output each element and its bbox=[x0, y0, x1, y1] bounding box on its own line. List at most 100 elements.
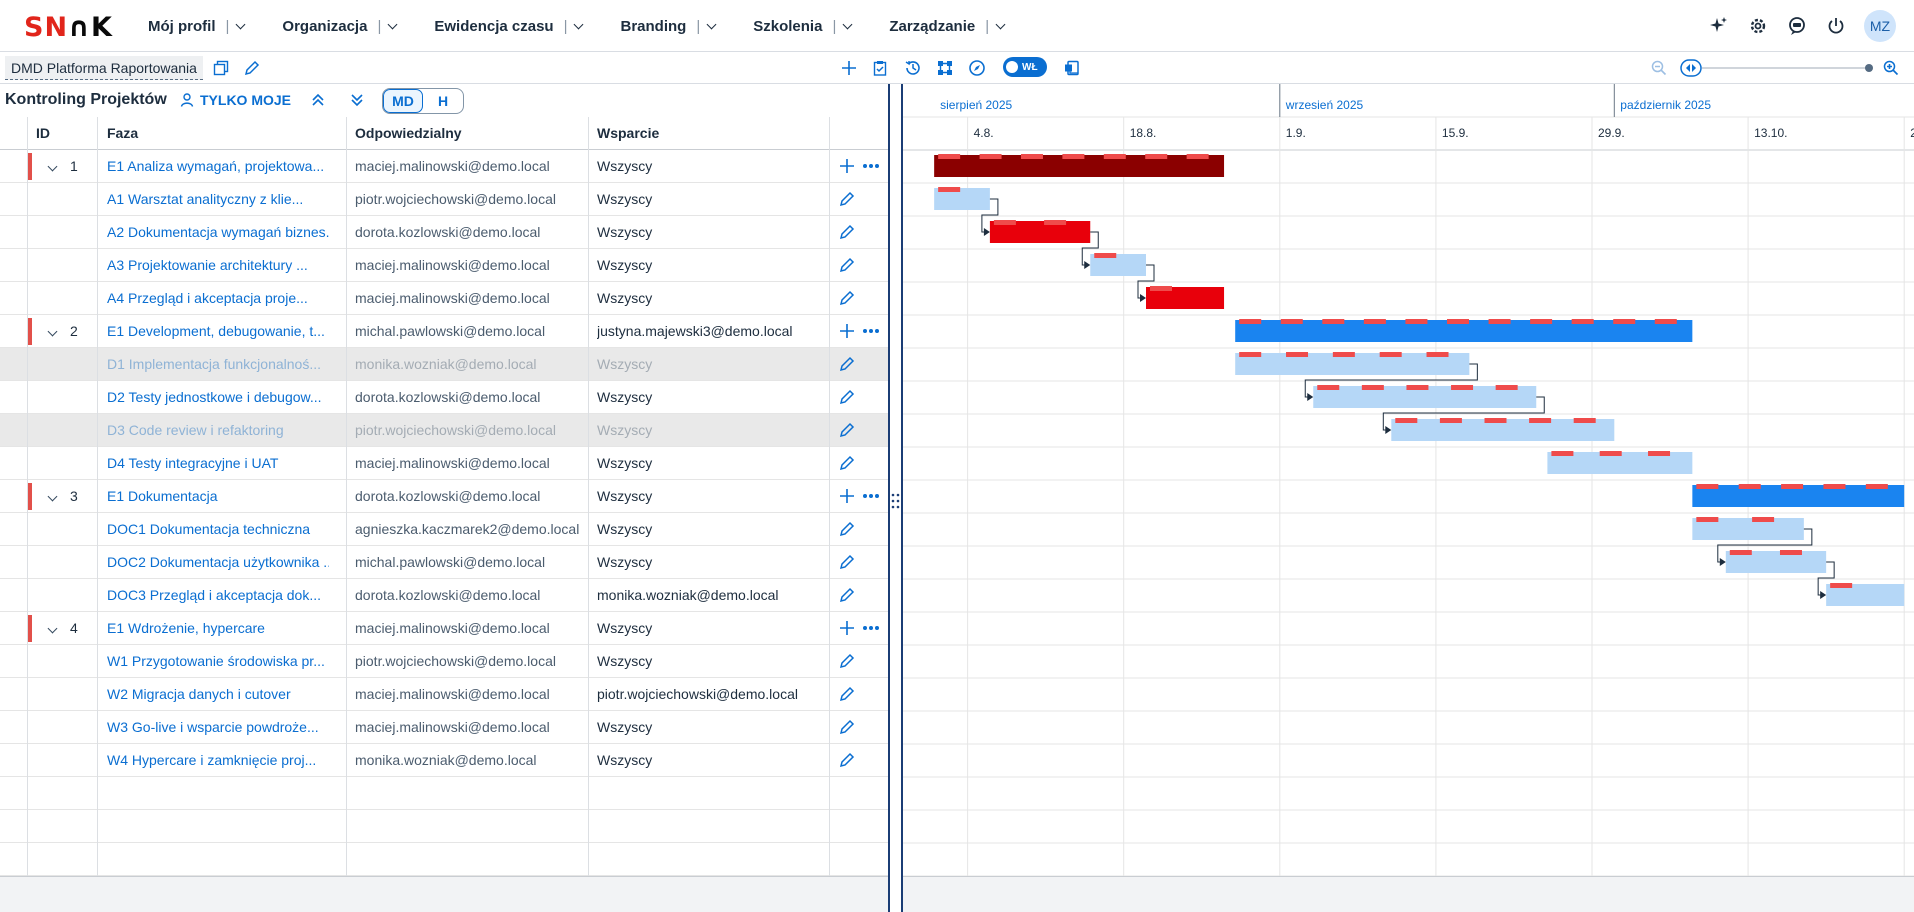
edit-icon[interactable] bbox=[836, 716, 858, 738]
more-icon[interactable] bbox=[860, 617, 882, 639]
faza-link[interactable]: A4 Przegląd i akceptacja proje... bbox=[107, 282, 329, 314]
faza-link[interactable]: D4 Testy integracyjne i UAT bbox=[107, 447, 329, 479]
edit-icon[interactable] bbox=[836, 650, 858, 672]
table-row-task[interactable]: D3 Code review i refaktoring piotr.wojcie… bbox=[0, 414, 888, 447]
faza-link[interactable]: W2 Migracja danych i cutover bbox=[107, 678, 329, 710]
table-row-phase[interactable]: 2 E1 Development, debugowanie, t... michal… bbox=[0, 315, 888, 348]
faza-link[interactable]: E1 Analiza wymagań, projektowa... bbox=[107, 150, 329, 182]
table-row-task[interactable]: W4 Hypercare i zamknięcie proj... monika.… bbox=[0, 744, 888, 777]
menu-szkolenia[interactable]: Szkolenia | bbox=[753, 0, 853, 52]
edit-icon[interactable] bbox=[836, 254, 858, 276]
faza-link[interactable]: D1 Implementacja funkcjonalnoś... bbox=[107, 348, 329, 380]
add-icon[interactable] bbox=[838, 57, 860, 79]
history-icon[interactable] bbox=[902, 57, 924, 79]
zoom-slider-end[interactable] bbox=[1865, 64, 1873, 72]
faza-link[interactable]: D3 Code review i refaktoring bbox=[107, 414, 329, 446]
edit-icon[interactable] bbox=[241, 57, 263, 79]
expand-all-icon[interactable] bbox=[349, 92, 367, 110]
edit-icon[interactable] bbox=[836, 386, 858, 408]
menu-zarzadzanie[interactable]: Zarządzanie | bbox=[889, 0, 1006, 52]
table-row-task[interactable]: A3 Projektowanie architektury ... maciej.… bbox=[0, 249, 888, 282]
chat-icon[interactable] bbox=[1784, 13, 1810, 39]
zoom-slider-handle[interactable] bbox=[1680, 57, 1702, 79]
only-mine-filter[interactable]: TYLKO MOJE bbox=[180, 92, 291, 108]
more-icon[interactable] bbox=[860, 485, 882, 507]
table-row-task[interactable]: W2 Migracja danych i cutover maciej.malin… bbox=[0, 678, 888, 711]
menu-organizacja[interactable]: Organizacja | bbox=[282, 0, 398, 52]
table-row-task[interactable]: D1 Implementacja funkcjonalnoś... monika.… bbox=[0, 348, 888, 381]
edit-icon[interactable] bbox=[836, 353, 858, 375]
chevron-down-icon[interactable] bbox=[47, 623, 58, 634]
edit-icon[interactable] bbox=[836, 683, 858, 705]
chevron-down-icon[interactable] bbox=[47, 491, 58, 502]
faza-link[interactable]: W1 Przygotowanie środowiska pr... bbox=[107, 645, 329, 677]
faza-link[interactable]: A1 Warsztat analityczny z klie... bbox=[107, 183, 329, 215]
collapse-all-icon[interactable] bbox=[310, 92, 328, 110]
add-icon[interactable] bbox=[836, 155, 858, 177]
table-row-task[interactable]: W3 Go-live i wsparcie powdroże... maciej.… bbox=[0, 711, 888, 744]
edit-icon[interactable] bbox=[836, 584, 858, 606]
gantt-scrollbar[interactable] bbox=[903, 876, 1914, 912]
zoom-slider-track[interactable] bbox=[1702, 67, 1870, 69]
edit-icon[interactable] bbox=[836, 419, 858, 441]
zoom-out-icon[interactable] bbox=[1648, 57, 1670, 79]
table-row-phase[interactable]: 1 E1 Analiza wymagań, projektowa... maciej… bbox=[0, 150, 888, 183]
column-header-odpowiedzialny[interactable]: Odpowiedzialny bbox=[355, 117, 585, 149]
export-icon[interactable] bbox=[1061, 57, 1083, 79]
zoom-in-icon[interactable] bbox=[1880, 57, 1902, 79]
menu-moj-profil[interactable]: Mój profil | bbox=[148, 0, 246, 52]
add-icon[interactable] bbox=[836, 320, 858, 342]
menu-ewidencja-czasu[interactable]: Ewidencja czasu | bbox=[434, 0, 584, 52]
more-icon[interactable] bbox=[860, 155, 882, 177]
edit-icon[interactable] bbox=[836, 518, 858, 540]
add-icon[interactable] bbox=[836, 617, 858, 639]
faza-link[interactable]: E1 Dokumentacja bbox=[107, 480, 329, 512]
edit-icon[interactable] bbox=[836, 221, 858, 243]
column-header-id[interactable]: ID bbox=[36, 117, 96, 149]
settings-gear-icon[interactable] bbox=[1745, 13, 1771, 39]
chevron-down-icon[interactable] bbox=[47, 161, 58, 172]
table-row-task[interactable]: D4 Testy integracyjne i UAT maciej.malino… bbox=[0, 447, 888, 480]
table-row-task[interactable]: W1 Przygotowanie środowiska pr... piotr.w… bbox=[0, 645, 888, 678]
table-row-task[interactable]: A1 Warsztat analityczny z klie... piotr.w… bbox=[0, 183, 888, 216]
table-row-task[interactable]: A2 Dokumentacja wymagań biznes... dorota.… bbox=[0, 216, 888, 249]
logo[interactable]: SN∩K bbox=[24, 12, 113, 43]
edit-icon[interactable] bbox=[836, 188, 858, 210]
faza-link[interactable]: A2 Dokumentacja wymagań biznes... bbox=[107, 216, 329, 248]
faza-link[interactable]: D2 Testy jednostkowe i debugow... bbox=[107, 381, 329, 413]
table-row-task[interactable]: DOC2 Dokumentacja użytkownika ... michal.… bbox=[0, 546, 888, 579]
faza-link[interactable]: W3 Go-live i wsparcie powdroże... bbox=[107, 711, 329, 743]
faza-link[interactable]: E1 Development, debugowanie, t... bbox=[107, 315, 329, 347]
faza-link[interactable]: A3 Projektowanie architektury ... bbox=[107, 249, 329, 281]
edit-icon[interactable] bbox=[836, 452, 858, 474]
faza-link[interactable]: DOC3 Przegląd i akceptacja dok... bbox=[107, 579, 329, 611]
column-header-faza[interactable]: Faza bbox=[107, 117, 329, 149]
clipboard-check-icon[interactable] bbox=[869, 57, 891, 79]
project-name[interactable]: DMD Platforma Raportowania bbox=[5, 56, 203, 80]
wl-toggle[interactable]: WŁ bbox=[1003, 57, 1047, 77]
faza-link[interactable]: DOC2 Dokumentacja użytkownika ... bbox=[107, 546, 329, 578]
table-row-task[interactable]: DOC3 Przegląd i akceptacja dok... dorota.… bbox=[0, 579, 888, 612]
unit-h-button[interactable]: H bbox=[423, 89, 463, 113]
table-row-phase[interactable]: 3 E1 Dokumentacja dorota.kozlowski@demo.lo… bbox=[0, 480, 888, 513]
sparkle-icon[interactable] bbox=[1706, 13, 1732, 39]
grid-scrollbar[interactable] bbox=[0, 876, 888, 912]
panel-splitter[interactable] bbox=[888, 84, 903, 912]
more-icon[interactable] bbox=[860, 320, 882, 342]
table-row-task[interactable]: A4 Przegląd i akceptacja proje... maciej.… bbox=[0, 282, 888, 315]
unit-md-button[interactable]: MD bbox=[383, 89, 423, 113]
avatar[interactable]: MZ bbox=[1864, 10, 1896, 42]
column-header-wsparcie[interactable]: Wsparcie bbox=[597, 117, 827, 149]
menu-branding[interactable]: Branding | bbox=[620, 0, 717, 52]
edit-icon[interactable] bbox=[836, 749, 858, 771]
faza-link[interactable]: E1 Wdrożenie, hypercare bbox=[107, 612, 329, 644]
edit-icon[interactable] bbox=[836, 551, 858, 573]
faza-link[interactable]: DOC1 Dokumentacja techniczna bbox=[107, 513, 329, 545]
copy-icon[interactable] bbox=[210, 57, 232, 79]
chevron-down-icon[interactable] bbox=[47, 326, 58, 337]
table-row-phase[interactable]: 4 E1 Wdrożenie, hypercare maciej.malinowsk… bbox=[0, 612, 888, 645]
faza-link[interactable]: W4 Hypercare i zamknięcie proj... bbox=[107, 744, 329, 776]
table-row-task[interactable]: D2 Testy jednostkowe i debugow... dorota.… bbox=[0, 381, 888, 414]
network-icon[interactable] bbox=[934, 57, 956, 79]
edit-icon[interactable] bbox=[836, 287, 858, 309]
